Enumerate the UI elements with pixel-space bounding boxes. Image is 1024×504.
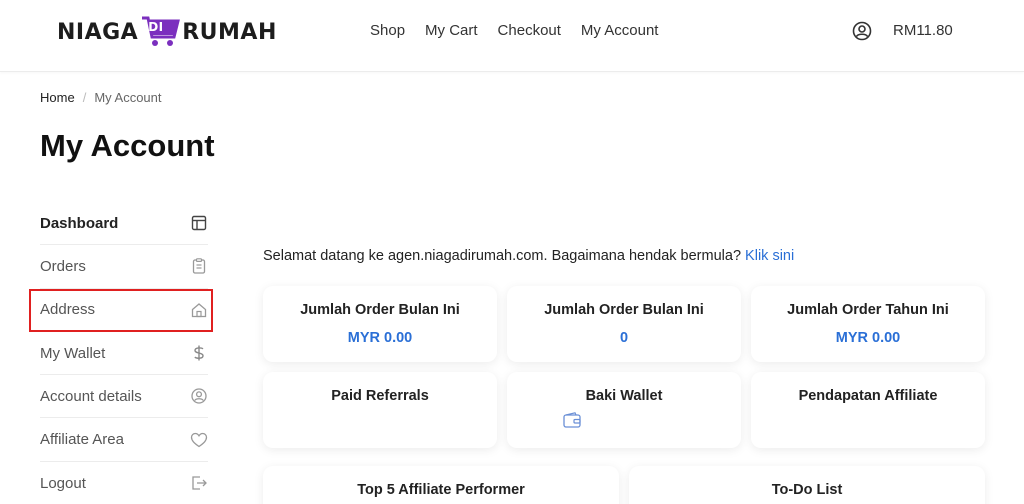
card-value: MYR 0.00 [347,330,413,346]
nav-shop[interactable]: Shop [370,22,405,39]
stat-card-paid-referrals: Paid Referrals [263,372,497,448]
breadcrumb-separator: / [82,90,87,105]
nav-my-account[interactable]: My Account [581,22,659,39]
sidebar-item-orders[interactable]: Orders [40,245,208,289]
card-title: Jumlah Order Bulan Ini [544,302,704,318]
nav-my-cart[interactable]: My Cart [425,22,478,39]
sidebar-item-affiliate-area[interactable]: Affiliate Area [40,418,208,462]
site-header: NIAGA DI RUMAH Shop My Cart Checkout My … [0,0,1024,72]
cart-total[interactable]: RM11.80 [893,22,953,39]
card-title: Top 5 Affiliate Performer [357,482,525,498]
heart-icon [190,432,208,447]
breadcrumb-home[interactable]: Home [40,90,75,105]
breadcrumb: Home / My Account [40,90,162,105]
card-title: Jumlah Order Bulan Ini [300,302,460,318]
clipboard-icon [192,258,206,275]
stat-card-yearly-order-total: Jumlah Order Tahun Ini MYR 0.00 [751,286,985,362]
card-top-affiliate-performer: Top 5 Affiliate Performer [263,466,619,504]
user-circle-icon[interactable] [852,21,872,41]
welcome-message: Selamat datang ke agen.niagadirumah.com.… [263,248,794,264]
sidebar-item-label: Logout [40,474,86,492]
logout-icon [192,476,207,491]
sidebar-item-label: My Wallet [40,344,106,362]
dollar-icon [194,345,204,361]
sidebar-item-wallet[interactable]: My Wallet [40,332,208,376]
stat-card-monthly-order-count: Jumlah Order Bulan Ini 0 [507,286,741,362]
user-circle-icon [191,388,207,404]
main-nav: Shop My Cart Checkout My Account [370,22,658,39]
account-sidebar: Dashboard Orders Address My Wallet Accou… [40,202,208,504]
sidebar-item-logout[interactable]: Logout [40,462,208,504]
card-value: MYR 0.00 [835,330,901,346]
sidebar-item-label: Dashboard [40,214,119,232]
logo-text-left: NIAGA [57,19,139,45]
stat-card-affiliate-earnings: Pendapatan Affiliate [751,372,985,448]
layout-icon [191,215,207,231]
stat-card-monthly-order-total: Jumlah Order Bulan Ini MYR 0.00 [263,286,497,362]
sidebar-item-label: Affiliate Area [40,431,124,449]
card-title: Baki Wallet [585,388,663,404]
page-title: My Account [40,128,215,163]
site-logo[interactable]: NIAGA DI RUMAH [57,14,277,50]
sidebar-item-dashboard[interactable]: Dashboard [40,202,208,246]
nav-checkout[interactable]: Checkout [498,22,561,39]
wallet-icon [563,412,581,428]
sidebar-item-label: Orders [40,257,86,275]
card-title: Pendapatan Affiliate [798,388,938,404]
sidebar-item-account-details[interactable]: Account details [40,375,208,419]
address-highlight-box [29,289,213,332]
stat-card-wallet-balance: Baki Wallet [507,372,741,448]
card-title: To-Do List [771,482,843,498]
breadcrumb-current: My Account [94,90,162,105]
logo-badge-text: DI [148,20,164,34]
logo-cart-icon: DI [140,15,181,49]
card-todo-list: To-Do List [629,466,985,504]
welcome-text: Selamat datang ke agen.niagadirumah.com.… [263,248,742,264]
card-value: 0 [619,330,629,346]
card-title: Paid Referrals [331,388,429,404]
logo-text-right: RUMAH [182,19,277,45]
card-title: Jumlah Order Tahun Ini [787,302,949,318]
sidebar-item-label: Account details [40,387,142,405]
welcome-link[interactable]: Klik sini [745,248,794,264]
